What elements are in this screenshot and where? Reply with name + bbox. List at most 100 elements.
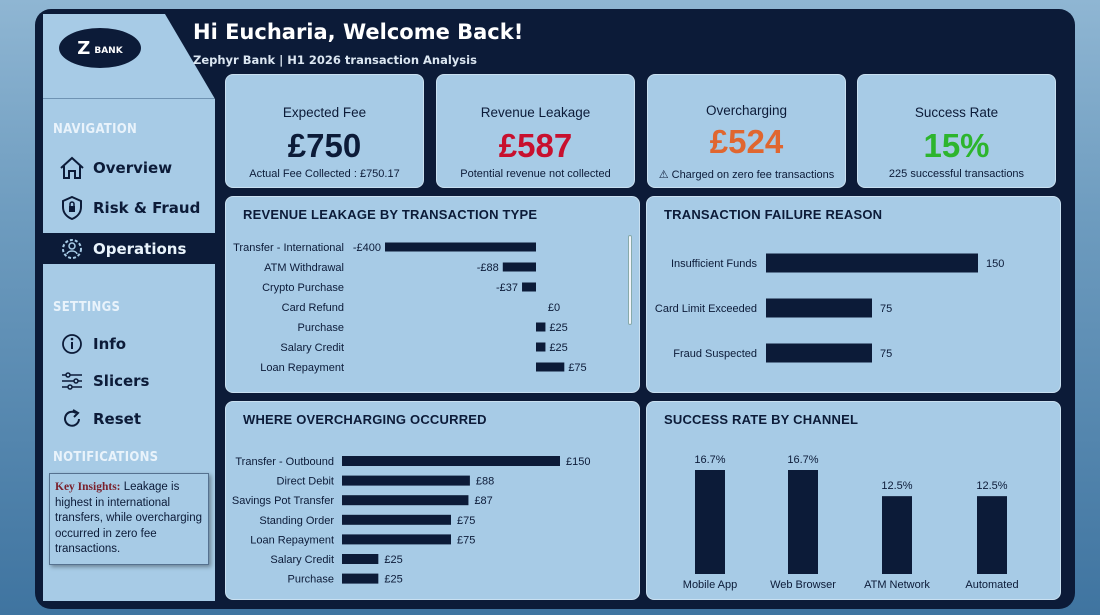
kpi-label: Revenue Leakage [480, 105, 591, 120]
bar [342, 534, 451, 545]
category-label: Direct Debit [277, 476, 334, 488]
kpi-success-rate: Success Rate 15% 225 successful transact… [857, 74, 1056, 188]
shield-icon [57, 195, 87, 221]
data-label: 16.7% [787, 454, 818, 466]
data-label: 16.7% [694, 454, 725, 466]
panel-success-rate: SUCCESS RATE BY CHANNEL 16.7% Mobile App 1… [646, 401, 1061, 600]
kpi-overcharging: Overcharging £524 ⚠ Charged on zero fee … [647, 74, 846, 188]
bar [385, 242, 536, 252]
nav-item-label: Risk & Fraud [93, 198, 201, 217]
kpi-subtext: 225 successful transactions [888, 168, 1025, 180]
panel-failure-reason: TRANSACTION FAILURE REASON Insufficient … [646, 196, 1061, 393]
gear-people-icon [57, 236, 87, 262]
bar [788, 470, 818, 574]
settings-item-info[interactable]: Info [43, 328, 215, 359]
kpi-label: Success Rate [914, 105, 999, 120]
data-label: £25 [549, 342, 567, 354]
logo-area: Z BANK [43, 14, 215, 99]
info-icon [57, 331, 87, 357]
category-label: Insufficient Funds [671, 258, 758, 270]
panel-overcharging: WHERE OVERCHARGING OCCURRED Transfer - O… [225, 401, 640, 600]
category-label: Loan Repayment [250, 534, 334, 546]
category-label: Loan Repayment [260, 362, 344, 374]
kpi-subtext: ⚠ Charged on zero fee transactions [658, 169, 835, 181]
insight-title: Key Insights: [55, 481, 121, 493]
category-label: ATM Withdrawal [264, 262, 344, 274]
bar [882, 496, 912, 574]
data-label: £0 [548, 302, 560, 314]
category-label: Savings Pot Transfer [232, 495, 334, 507]
bar [342, 475, 470, 486]
category-label: Fraud Suspected [673, 348, 757, 360]
category-label: Purchase [288, 574, 334, 586]
data-label: £75 [568, 362, 586, 374]
bar [536, 342, 546, 352]
bar [342, 554, 379, 564]
category-label: Salary Credit [270, 554, 334, 566]
data-label: £87 [474, 495, 492, 507]
data-label: -£400 [353, 242, 381, 254]
data-label: 75 [880, 348, 892, 360]
data-label: 12.5% [881, 480, 912, 492]
category-label: Mobile App [683, 579, 737, 591]
logo-mark: Z [77, 37, 91, 59]
data-label: -£37 [496, 282, 518, 294]
settings-item-label: Info [93, 334, 127, 353]
category-label: Crypto Purchase [262, 282, 344, 294]
bar [342, 514, 451, 525]
sliders-icon [57, 368, 87, 394]
kpi-subtext: Potential revenue not collected [460, 168, 611, 180]
nav-item-operations[interactable]: Operations [43, 233, 215, 264]
bar [502, 262, 536, 272]
category-label: Card Limit Exceeded [655, 303, 757, 315]
kpi-value: £587 [498, 127, 573, 164]
category-label: Salary Credit [280, 342, 344, 354]
data-label: £25 [549, 322, 567, 334]
panel-scrollbar[interactable] [628, 235, 632, 325]
bar [977, 496, 1007, 574]
nav-item-risk-fraud[interactable]: Risk & Fraud [43, 192, 215, 223]
nav-item-overview[interactable]: Overview [43, 152, 215, 183]
settings-item-reset[interactable]: Reset [43, 403, 215, 434]
bar [536, 362, 565, 372]
data-label: £75 [457, 534, 475, 546]
category-label: Automated [965, 579, 1018, 591]
data-label: £25 [384, 574, 402, 586]
category-label: Transfer - International [233, 242, 344, 254]
category-label: Web Browser [770, 579, 836, 591]
data-label: -£88 [477, 262, 499, 274]
kpi-subtext: Actual Fee Collected : £750.17 [249, 168, 400, 180]
nav-item-label: Overview [93, 158, 173, 177]
bar [342, 456, 560, 466]
settings-item-label: Slicers [93, 371, 150, 390]
kpi-label: Overcharging [705, 103, 788, 118]
category-label: ATM Network [864, 579, 930, 591]
logo-text: BANK [94, 45, 123, 56]
reset-icon [57, 406, 87, 432]
key-insights-box: Key Insights: Leakage is highest in inte… [49, 473, 209, 565]
bar [766, 298, 872, 318]
kpi-expected-fee: Expected Fee £750 Actual Fee Collected :… [225, 74, 424, 188]
page-title: Hi Eucharia, Welcome Back! [193, 20, 524, 44]
data-label: £75 [457, 515, 475, 527]
category-label: Purchase [298, 322, 344, 334]
navigation-section-title: NAVIGATION [53, 122, 138, 137]
kpi-value: £524 [709, 123, 784, 160]
bar [695, 470, 725, 574]
category-label: Transfer - Outbound [235, 456, 334, 468]
bar [342, 573, 379, 584]
bank-logo: Z BANK [59, 28, 141, 68]
settings-section-title: SETTINGS [53, 300, 121, 315]
data-label: £88 [476, 476, 494, 488]
bar [522, 282, 536, 292]
kpi-value: £750 [287, 127, 362, 164]
data-label: 12.5% [976, 480, 1007, 492]
sidebar: Z BANK NAVIGATION Overview Risk & Fraud … [43, 14, 215, 601]
chart-revenue-leakage: Transfer - International -£400 ATM Withdra… [233, 242, 587, 374]
settings-item-slicers[interactable]: Slicers [43, 365, 215, 396]
page-subtitle: Zephyr Bank | H1 2026 transaction Analys… [193, 53, 477, 67]
data-label: £25 [384, 554, 402, 566]
kpi-revenue-leakage: Revenue Leakage £587 Potential revenue n… [436, 74, 635, 188]
chart-failure-reason: Insufficient Funds 150 Card Limit Exceeded… [655, 253, 1004, 363]
bar [342, 495, 469, 506]
